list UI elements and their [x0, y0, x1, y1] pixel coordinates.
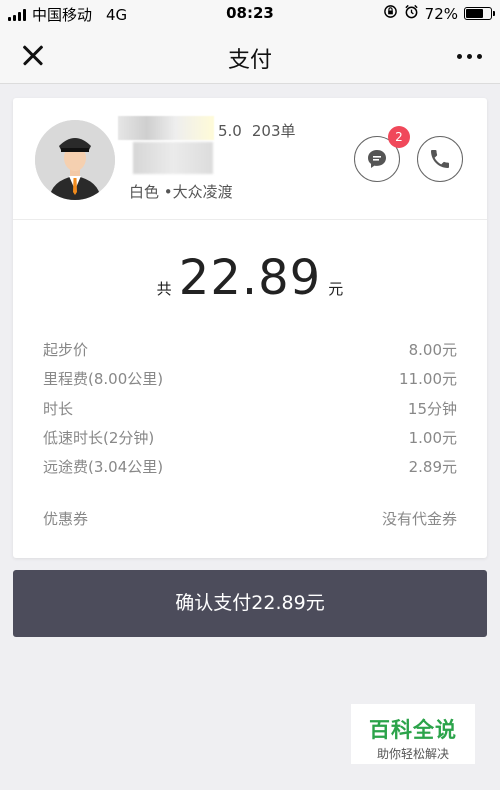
fee-value: 8.00元: [408, 341, 457, 359]
phone-icon: [431, 150, 449, 168]
rating-score: 5.0: [218, 122, 242, 140]
driver-rating: 5.0 203单: [218, 120, 296, 141]
driver-section: 5.0 203单 白色 •大众凌渡 2: [13, 98, 487, 220]
fee-label: 低速时长(2分钟): [43, 428, 155, 447]
more-icon[interactable]: [457, 54, 482, 59]
fee-label: 远途费(3.04公里): [43, 458, 164, 477]
battery-icon: [464, 7, 495, 20]
rotation-lock-icon: [383, 4, 398, 23]
watermark-title: 百科全说: [369, 718, 457, 742]
alarm-icon: [404, 4, 419, 23]
call-button[interactable]: [417, 136, 463, 182]
coupon-value: 没有代金券: [381, 510, 457, 528]
plate-redacted: [133, 142, 213, 174]
total-prefix: 共: [156, 280, 172, 298]
chat-bubble-icon: [368, 150, 386, 168]
fee-value: 2.89元: [408, 458, 457, 477]
driver-name-redacted: [118, 116, 214, 140]
fee-row: 里程费(8.00公里) 11.00元: [43, 365, 457, 394]
trip-count: 203单: [251, 122, 296, 140]
message-badge: 2: [388, 126, 410, 148]
fee-value: 1.00元: [408, 428, 457, 447]
battery-level: [466, 9, 484, 18]
watermark-subtitle: 助你轻松解决: [376, 747, 449, 761]
coupon-label: 优惠券: [43, 510, 89, 528]
fee-label: 时长: [43, 399, 74, 418]
battery-percent: 72%: [424, 4, 458, 23]
page-title: 支付: [227, 48, 272, 73]
watermark-logo: 百科全说 助你轻松解决: [351, 704, 475, 764]
nav-bar: 支付: [0, 28, 500, 84]
total-unit: 元: [328, 280, 344, 298]
fee-value: 11.00元: [399, 370, 457, 389]
fee-label: 里程费(8.00公里): [43, 370, 164, 389]
fee-row: 远途费(3.04公里) 2.89元: [43, 453, 457, 482]
driver-avatar-icon: [35, 120, 115, 200]
confirm-pay-button[interactable]: 确认支付22.89元: [13, 570, 487, 637]
payment-card: 5.0 203单 白色 •大众凌渡 2 共 22.89 元 起步价 8.00元 里…: [13, 98, 487, 558]
coupon-row[interactable]: 优惠券 没有代金券: [43, 508, 457, 529]
fee-list: 起步价 8.00元 里程费(8.00公里) 11.00元 时长 15分钟 低速时…: [43, 336, 457, 482]
total-amount-block: 共 22.89 元: [13, 250, 487, 306]
fee-row: 时长 15分钟: [43, 395, 457, 424]
fee-row: 起步价 8.00元: [43, 336, 457, 365]
total-amount: 22.89: [178, 250, 322, 306]
fee-label: 起步价: [43, 341, 89, 359]
fee-row: 低速时长(2分钟) 1.00元: [43, 424, 457, 453]
car-info: 白色 •大众凌渡: [129, 183, 233, 201]
fee-value: 15分钟: [407, 399, 457, 418]
status-bar: 中国移动 4G 08:23 72%: [0, 0, 500, 28]
driver-avatar: [35, 120, 115, 200]
